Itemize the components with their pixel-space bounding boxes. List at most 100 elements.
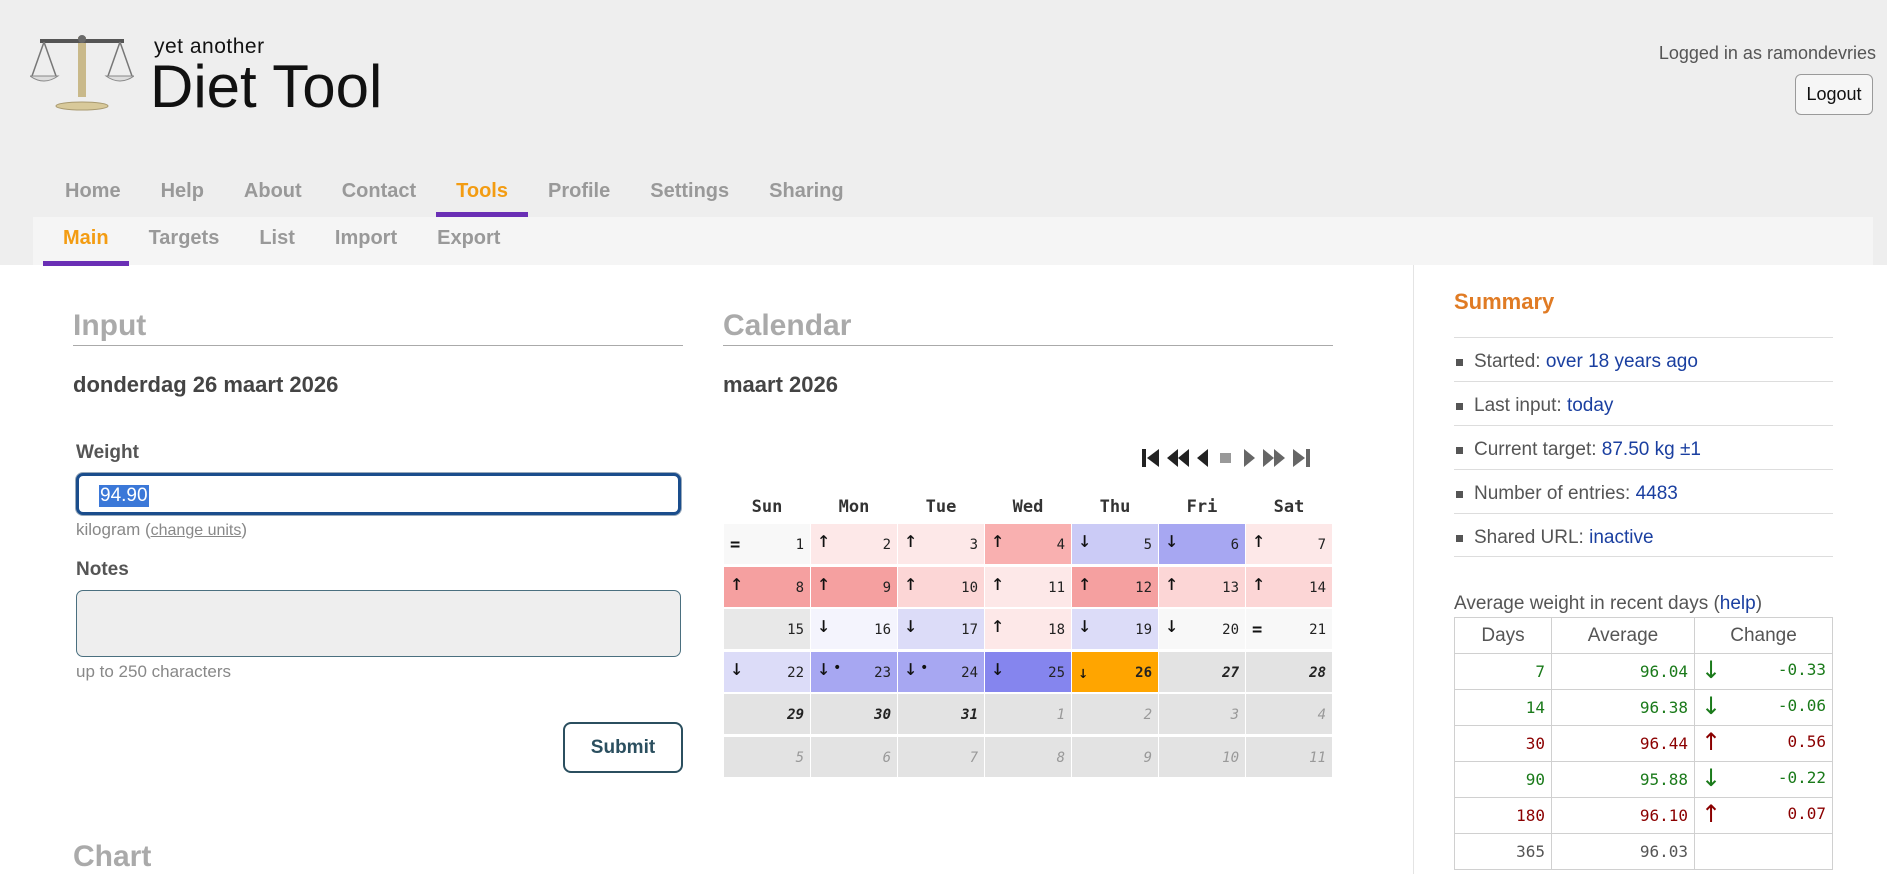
fast-forward-icon[interactable]: [1261, 444, 1287, 472]
subnav-targets[interactable]: Targets: [129, 217, 240, 265]
trend-symbol: ↑: [991, 528, 1005, 553]
weekday-header: Wed: [1012, 497, 1044, 517]
calendar-day[interactable]: ↓ 6: [1159, 524, 1245, 564]
nav-home[interactable]: Home: [45, 168, 141, 217]
days-cell: 90: [1454, 761, 1552, 798]
summary-label: Current target:: [1474, 439, 1602, 460]
summary-value: 87.50 kg ±1: [1601, 439, 1701, 460]
day-number: 18: [1048, 622, 1065, 638]
subnav-export[interactable]: Export: [417, 217, 520, 265]
trend-symbol: ↑: [904, 528, 918, 553]
rewind-icon[interactable]: [1165, 444, 1191, 472]
calendar-day[interactable]: ↓ 16: [811, 609, 897, 649]
nav-tools[interactable]: Tools: [436, 168, 528, 217]
change-cell: [1694, 833, 1833, 870]
calendar-day[interactable]: 2: [1072, 694, 1158, 734]
calendar-day[interactable]: ↓ 19: [1072, 609, 1158, 649]
average-table-body: 7 96.04 ↓ -0.33 14 96.38 ↓ -0.06 30 96.44 ↑ 0.56 90 9…: [1454, 653, 1833, 870]
nav-help[interactable]: Help: [141, 168, 224, 217]
input-date: donderdag 26 maart 2026: [73, 372, 339, 397]
day-number: 15: [787, 622, 804, 638]
calendar-day[interactable]: ↑ 18: [985, 609, 1071, 649]
calendar-day[interactable]: ↑ 9: [811, 566, 897, 607]
calendar-day[interactable]: ↓ • 23: [811, 651, 897, 692]
calendar-day[interactable]: 4: [1246, 694, 1332, 734]
first-icon[interactable]: [1138, 444, 1164, 472]
calendar-day[interactable]: 27: [1159, 651, 1245, 692]
calendar-day[interactable]: ↑ 10: [898, 566, 984, 607]
calendar-day[interactable]: 6: [811, 736, 897, 777]
calendar-day[interactable]: ↓ 20: [1159, 609, 1245, 649]
calendar-day[interactable]: ↓ 25: [985, 651, 1071, 692]
calendar-day[interactable]: 7: [898, 736, 984, 777]
current-icon[interactable]: [1215, 444, 1237, 472]
calendar-day[interactable]: 10: [1159, 736, 1245, 777]
calendar-day[interactable]: ↑ 14: [1246, 566, 1332, 607]
summary-title: Summary: [1454, 289, 1555, 314]
calendar-day[interactable]: = 21: [1246, 609, 1332, 649]
submit-button[interactable]: Submit: [563, 722, 683, 773]
summary-last-input: Last input: today: [1454, 381, 1833, 425]
calendar-day[interactable]: 28: [1246, 651, 1332, 692]
calendar-day[interactable]: ↑ 3: [898, 524, 984, 564]
calendar-day[interactable]: ↑ 11: [985, 566, 1071, 607]
calendar-day[interactable]: = 1: [724, 524, 810, 564]
next-icon[interactable]: [1238, 444, 1260, 472]
calendar-day[interactable]: ↑ 7: [1246, 524, 1332, 564]
subnav-import[interactable]: Import: [315, 217, 417, 265]
day-number: 25: [1048, 664, 1065, 681]
calendar-day[interactable]: ↑ 13: [1159, 566, 1245, 607]
calendar-day[interactable]: 1: [985, 694, 1071, 734]
calendar-day[interactable]: 8: [985, 736, 1071, 777]
trend-symbol: =: [1252, 620, 1263, 640]
table-row: 90 95.88 ↓ -0.22: [1454, 761, 1833, 798]
average-help-link[interactable]: help: [1720, 593, 1756, 614]
logo[interactable]: yet another Diet Tool: [30, 34, 382, 117]
change-units-link[interactable]: change units: [151, 522, 242, 539]
nav-sharing[interactable]: Sharing: [749, 168, 863, 217]
day-number: 21: [1309, 622, 1326, 638]
subnav-main[interactable]: Main: [43, 217, 129, 266]
trend-arrow-icon: ↓: [1701, 656, 1722, 684]
day-number: 13: [1222, 579, 1239, 596]
nav-contact[interactable]: Contact: [322, 168, 436, 217]
trend-symbol: ↓: [904, 613, 918, 638]
calendar-day[interactable]: ↑ 2: [811, 524, 897, 564]
trend-symbol: ↑: [991, 570, 1005, 596]
summary-current-target: Current target: 87.50 kg ±1: [1454, 425, 1833, 469]
calendar-day[interactable]: 11: [1246, 736, 1332, 777]
calendar-day[interactable]: 31: [898, 694, 984, 734]
calendar-day[interactable]: ↓ 22: [724, 651, 810, 692]
change-cell: ↑ 0.56: [1694, 725, 1833, 762]
calendar-day[interactable]: 3: [1159, 694, 1245, 734]
calendar-day[interactable]: ↓ 5: [1072, 524, 1158, 564]
last-icon[interactable]: [1288, 444, 1314, 472]
calendar-day[interactable]: 9: [1072, 736, 1158, 777]
calendar-day[interactable]: 5: [724, 736, 810, 777]
summary-entries: Number of entries: 4483: [1454, 469, 1833, 513]
calendar-day[interactable]: ↓ 17: [898, 609, 984, 649]
weight-input[interactable]: 94.90: [76, 473, 681, 515]
calendar-day[interactable]: ↓ • 24: [898, 651, 984, 692]
summary-value: over 18 years ago: [1545, 351, 1698, 372]
calendar-day[interactable]: ↑ 8: [724, 566, 810, 607]
subnav-list[interactable]: List: [239, 217, 315, 265]
calendar-day[interactable]: ↑ 4: [985, 524, 1071, 564]
calendar-day[interactable]: ↑ 12: [1072, 566, 1158, 607]
calendar-day[interactable]: 29: [724, 694, 810, 734]
trend-symbol: ↑: [991, 613, 1005, 638]
logged-in-text: Logged in as ramondevries: [1658, 43, 1876, 63]
nav-settings[interactable]: Settings: [630, 168, 749, 217]
logout-button[interactable]: Logout: [1795, 74, 1873, 115]
table-row: 30 96.44 ↑ 0.56: [1454, 725, 1833, 762]
calendar-day[interactable]: 15: [724, 609, 810, 649]
notes-textarea[interactable]: [76, 590, 681, 657]
calendar-day[interactable]: 30: [811, 694, 897, 734]
nav-profile[interactable]: Profile: [528, 168, 630, 217]
prev-icon[interactable]: [1192, 444, 1214, 472]
day-number: 1: [795, 537, 804, 553]
trend-symbol: ↓: [1165, 528, 1179, 553]
calendar-day[interactable]: ↓ 26: [1072, 651, 1158, 692]
day-number: 23: [874, 664, 891, 681]
nav-about[interactable]: About: [224, 168, 322, 217]
